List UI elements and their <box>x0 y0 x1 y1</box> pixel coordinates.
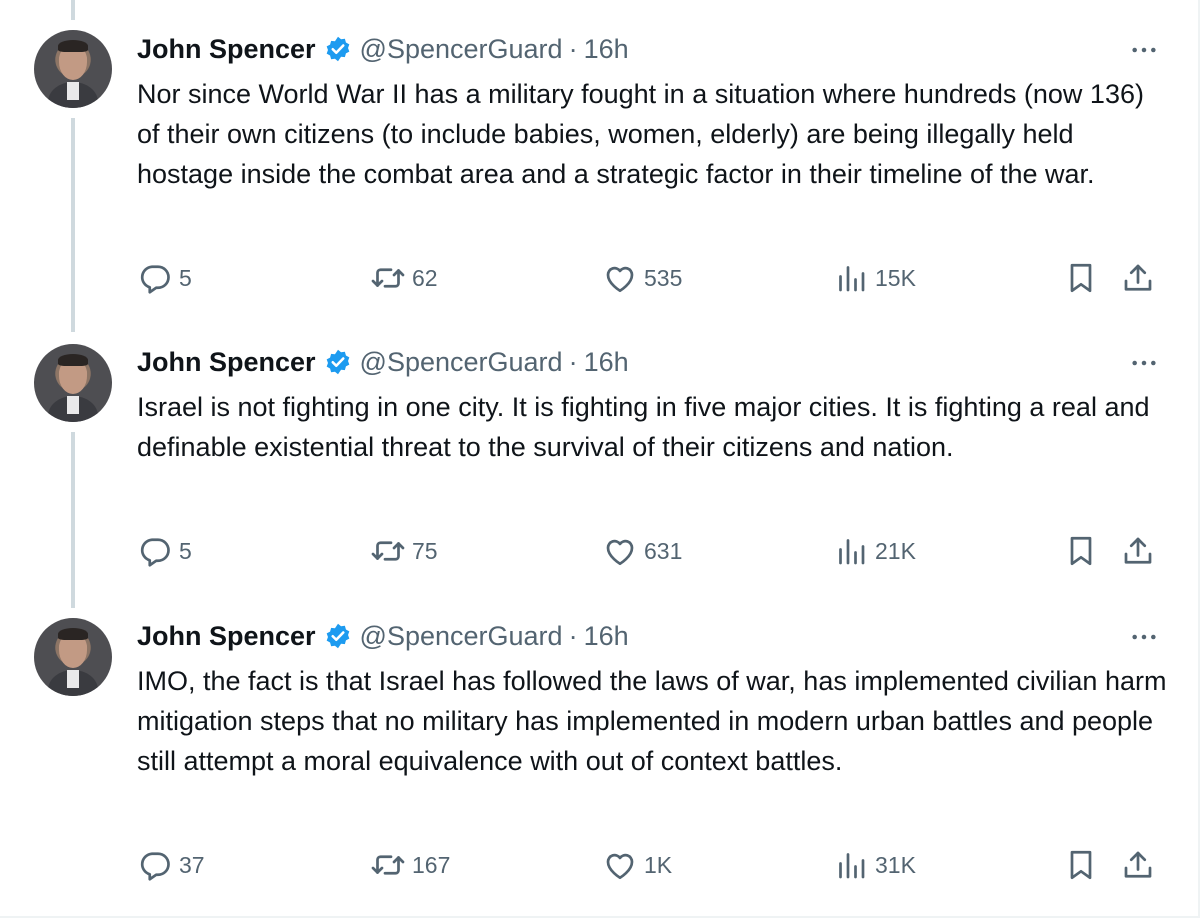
reply-button[interactable]: 5 <box>137 258 192 298</box>
like-icon <box>602 847 638 883</box>
repost-button[interactable]: 75 <box>370 531 438 571</box>
views-icon <box>833 260 869 296</box>
avatar[interactable] <box>34 344 112 422</box>
like-icon <box>602 260 638 296</box>
tweet-actions: 5 75 631 21K <box>0 531 1200 571</box>
views-icon <box>833 533 869 569</box>
views-count: 21K <box>875 537 916 564</box>
tweet-header: John Spencer @SpencerGuard · 16h <box>137 616 629 656</box>
reply-button[interactable]: 5 <box>137 531 192 571</box>
like-count: 1K <box>644 851 673 878</box>
bookmark-icon[interactable] <box>1063 845 1099 885</box>
reply-count: 5 <box>179 264 192 291</box>
reply-count: 5 <box>179 537 192 564</box>
tweet[interactable]: John Spencer @SpencerGuard · 16h Nor sin… <box>0 0 1200 330</box>
repost-count: 167 <box>412 851 451 878</box>
tweet[interactable]: John Spencer @SpencerGuard · 16h Israel … <box>0 330 1200 610</box>
reply-icon <box>137 260 173 296</box>
like-button[interactable]: 535 <box>602 258 682 298</box>
repost-button[interactable]: 167 <box>370 845 450 885</box>
verified-badge-icon <box>324 622 352 650</box>
views-button[interactable]: 31K <box>833 845 916 885</box>
repost-count: 75 <box>412 537 438 564</box>
tweet-text: IMO, the fact is that Israel has followe… <box>137 666 1167 776</box>
like-icon <box>602 533 638 569</box>
tweet-header: John Spencer @SpencerGuard · 16h <box>137 342 629 382</box>
tweet-header: John Spencer @SpencerGuard · 16h <box>137 29 629 69</box>
reply-icon <box>137 847 173 883</box>
views-button[interactable]: 21K <box>833 531 916 571</box>
reply-icon <box>137 533 173 569</box>
verified-badge-icon <box>324 35 352 63</box>
timestamp[interactable]: 16h <box>584 34 629 65</box>
views-icon <box>833 847 869 883</box>
timestamp[interactable]: 16h <box>584 621 629 652</box>
like-count: 631 <box>644 537 683 564</box>
tweet-actions: 5 62 535 15K <box>0 258 1200 298</box>
repost-icon <box>370 260 406 296</box>
views-count: 15K <box>875 264 916 291</box>
bookmark-icon[interactable] <box>1063 258 1099 298</box>
bookmark-icon[interactable] <box>1063 531 1099 571</box>
more-icon[interactable] <box>1126 345 1162 381</box>
verified-badge-icon <box>324 348 352 376</box>
reply-button[interactable]: 37 <box>137 845 205 885</box>
separator: · <box>568 620 578 651</box>
views-count: 31K <box>875 851 916 878</box>
separator: · <box>568 33 578 64</box>
avatar[interactable] <box>34 30 112 108</box>
reply-count: 37 <box>179 851 205 878</box>
tweet-actions: 37 167 1K 31K <box>0 845 1200 885</box>
repost-icon <box>370 533 406 569</box>
separator: · <box>568 346 578 377</box>
tweet-text: Israel is not fighting in one city. It i… <box>137 392 1150 462</box>
author-name[interactable]: John Spencer <box>137 34 316 65</box>
author-handle[interactable]: @SpencerGuard <box>360 621 563 652</box>
share-icon[interactable] <box>1120 531 1156 571</box>
author-name[interactable]: John Spencer <box>137 347 316 378</box>
more-icon[interactable] <box>1126 619 1162 655</box>
like-count: 535 <box>644 264 683 291</box>
repost-button[interactable]: 62 <box>370 258 438 298</box>
repost-icon <box>370 847 406 883</box>
like-button[interactable]: 1K <box>602 845 672 885</box>
avatar[interactable] <box>34 618 112 696</box>
author-handle[interactable]: @SpencerGuard <box>360 347 563 378</box>
like-button[interactable]: 631 <box>602 531 682 571</box>
tweet[interactable]: John Spencer @SpencerGuard · 16h IMO, th… <box>0 610 1200 916</box>
timestamp[interactable]: 16h <box>584 347 629 378</box>
tweet-text: Nor since World War II has a military fo… <box>137 79 1144 189</box>
more-icon[interactable] <box>1126 32 1162 68</box>
repost-count: 62 <box>412 264 438 291</box>
author-name[interactable]: John Spencer <box>137 621 316 652</box>
author-handle[interactable]: @SpencerGuard <box>360 34 563 65</box>
views-button[interactable]: 15K <box>833 258 916 298</box>
share-icon[interactable] <box>1120 845 1156 885</box>
share-icon[interactable] <box>1120 258 1156 298</box>
